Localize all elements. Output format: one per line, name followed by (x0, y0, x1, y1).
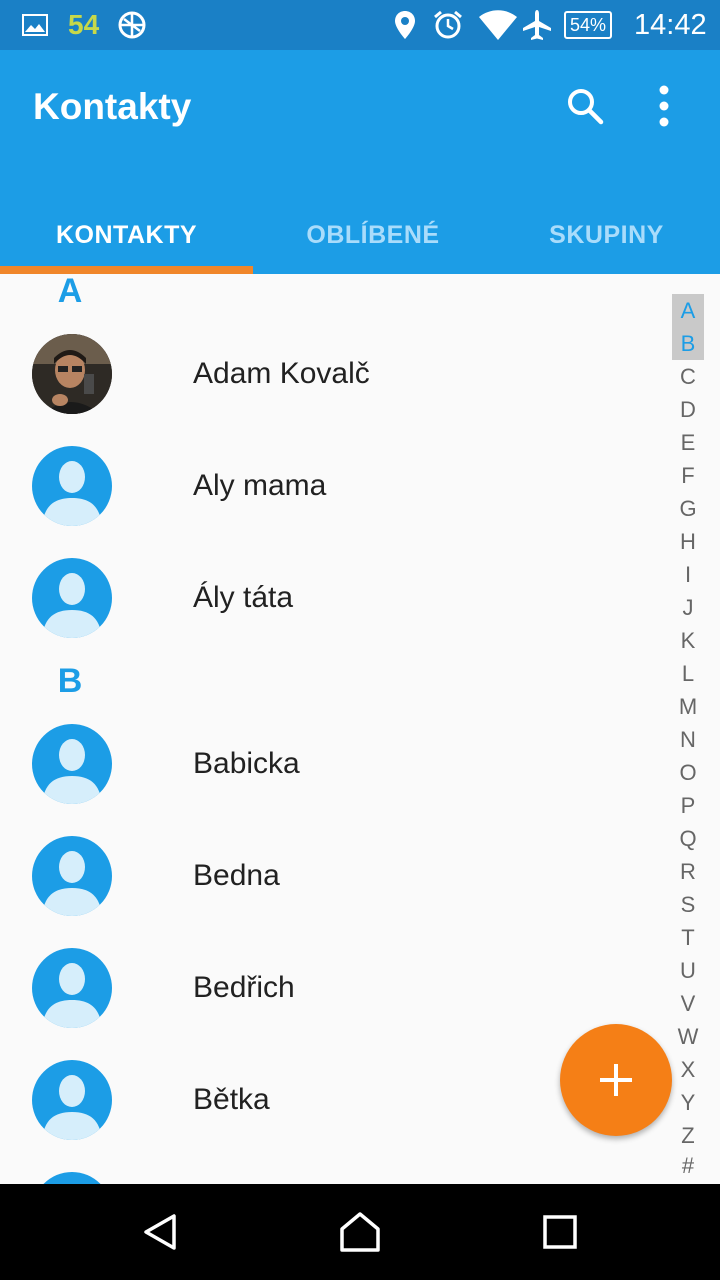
index-letter[interactable]: F (672, 459, 704, 492)
index-letter[interactable]: P (672, 789, 704, 822)
image-icon (22, 0, 48, 50)
contact-row[interactable]: Bedna (0, 820, 650, 932)
default-avatar-icon (32, 948, 112, 1028)
contact-name: Aly mama (193, 469, 327, 502)
index-letter[interactable]: E (672, 426, 704, 459)
tab-kontakty[interactable]: KONTAKTY (0, 200, 253, 270)
index-letter[interactable]: S (672, 888, 704, 921)
alarm-icon (432, 0, 464, 50)
section-header-b: B (57, 662, 83, 700)
tab-oblibene[interactable]: OBLÍBENÉ (253, 200, 493, 270)
tab-indicator (0, 266, 253, 274)
contact-name: Bedřich (193, 971, 295, 1004)
index-letter[interactable]: G (672, 492, 704, 525)
index-letter[interactable]: V (672, 987, 704, 1020)
index-letter[interactable]: L (672, 657, 704, 690)
tab-skupiny[interactable]: SKUPINY (493, 200, 720, 270)
index-letter[interactable]: I (672, 558, 704, 591)
default-avatar-icon (32, 1060, 112, 1140)
default-avatar-icon (32, 558, 112, 638)
index-letter[interactable]: A (672, 294, 704, 327)
notification-count: 54 (68, 9, 100, 40)
airplane-icon (522, 0, 552, 50)
contact-name: Adam Kovalč (193, 357, 370, 390)
battery-indicator: 54% (564, 11, 613, 39)
index-letter[interactable]: B (672, 327, 704, 360)
more-vert-icon (659, 85, 669, 127)
page-title: Kontakty (33, 86, 192, 127)
contact-name: Bedna (193, 859, 280, 892)
search-icon (568, 89, 604, 125)
status-bar: 54 54% 14:42 (0, 0, 720, 50)
no-sync-icon (116, 0, 148, 50)
home-button[interactable] (330, 1202, 390, 1262)
section-header-a: A (57, 272, 83, 310)
back-icon (144, 1214, 176, 1250)
contact-row[interactable]: Aly mama (0, 430, 650, 542)
recents-icon (543, 1215, 577, 1249)
index-letter[interactable]: M (672, 690, 704, 723)
index-letter[interactable]: D (672, 393, 704, 426)
search-button[interactable] (555, 76, 615, 136)
default-avatar-icon (32, 446, 112, 526)
default-avatar-icon (32, 836, 112, 916)
contact-photo-avatar (32, 334, 112, 414)
alphabet-index[interactable]: A B C D E F G H I J K L M N O P Q R S T … (672, 294, 704, 1180)
location-icon (394, 0, 416, 50)
contact-name: Bětka (193, 1083, 270, 1116)
index-letter[interactable]: W (672, 1020, 704, 1053)
default-avatar-icon (32, 724, 112, 804)
index-letter[interactable]: Z (672, 1119, 704, 1152)
index-letter[interactable]: N (672, 723, 704, 756)
contact-row[interactable]: Ály táta (0, 542, 650, 654)
contacts-screen: 54 54% 14:42 Kontakty KONTAKTY OBLÍBENÉ … (0, 0, 720, 1280)
contact-row[interactable]: Babicka (0, 708, 650, 820)
more-options-button[interactable] (634, 76, 694, 136)
app-bar: Kontakty KONTAKTY OBLÍBENÉ SKUPINY (0, 50, 720, 274)
navigation-bar (0, 1184, 720, 1280)
index-letter[interactable]: C (672, 360, 704, 393)
index-letter[interactable]: K (672, 624, 704, 657)
index-letter[interactable]: U (672, 954, 704, 987)
home-icon (340, 1212, 380, 1252)
recents-button[interactable] (530, 1202, 590, 1262)
index-letter[interactable]: H (672, 525, 704, 558)
contact-name: Babicka (193, 747, 300, 780)
contact-row[interactable]: Bětka (0, 1044, 650, 1156)
index-letter[interactable]: O (672, 756, 704, 789)
clock: 14:42 (634, 8, 707, 41)
index-letter[interactable]: Y (672, 1086, 704, 1119)
contact-name: Ály táta (193, 581, 294, 614)
default-avatar-icon (32, 1172, 112, 1184)
contact-row[interactable]: Adam Kovalč (0, 318, 650, 430)
add-contact-button[interactable] (560, 1024, 672, 1136)
plus-icon (600, 1064, 632, 1096)
index-letter[interactable]: R (672, 855, 704, 888)
contact-row-partial[interactable] (0, 1156, 650, 1184)
index-letter[interactable]: X (672, 1053, 704, 1086)
contact-row[interactable]: Bedřich (0, 932, 650, 1044)
wifi-icon (478, 0, 518, 50)
index-letter[interactable]: T (672, 921, 704, 954)
index-letter[interactable]: # (672, 1152, 704, 1180)
index-letter[interactable]: Q (672, 822, 704, 855)
index-letter[interactable]: J (672, 591, 704, 624)
back-button[interactable] (130, 1202, 190, 1262)
